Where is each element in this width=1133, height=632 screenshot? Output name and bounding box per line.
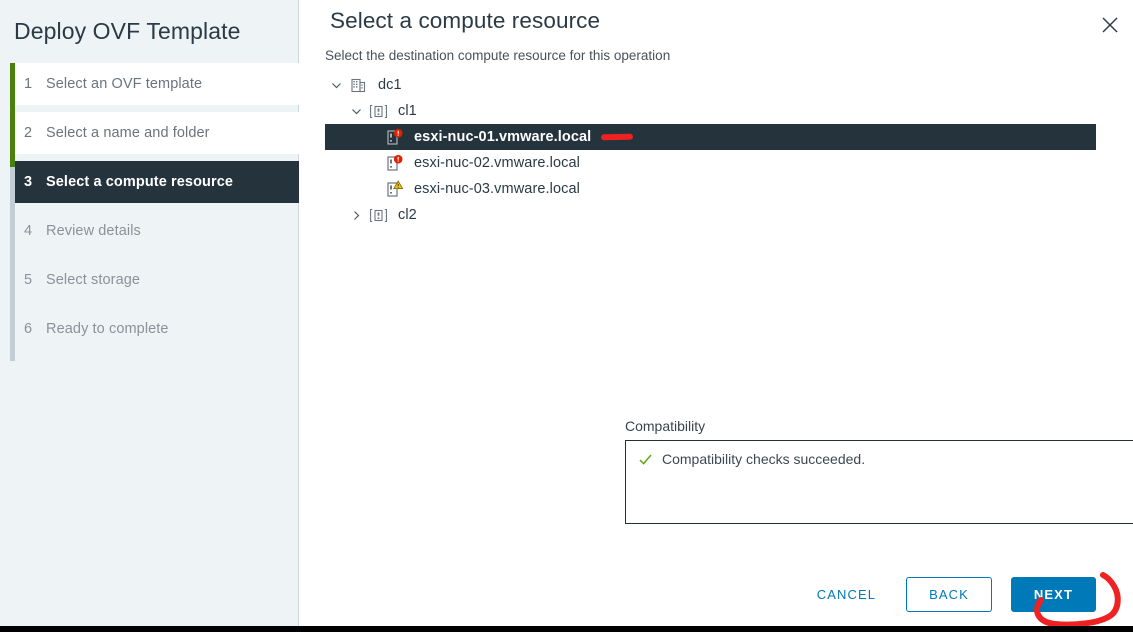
compatibility-message-row: Compatibility checks succeeded. [626, 441, 1133, 467]
cancel-button[interactable]: CANCEL [805, 578, 888, 611]
datacenter-icon [347, 77, 369, 94]
wizard-content: Select a compute resource Select the des… [299, 0, 1133, 628]
tree-row-cluster-cl1[interactable]: cl1 [325, 98, 1096, 124]
tree-node-label: cl1 [398, 103, 417, 119]
host-icon [383, 128, 405, 147]
sidebar-step-1-label: Select an OVF template [46, 76, 203, 92]
sidebar-step-1[interactable]: 1 Select an OVF template [15, 63, 299, 105]
tree-row-datacenter-dc1[interactable]: dc1 [325, 72, 1096, 98]
cluster-icon [367, 103, 389, 120]
page-title: Select a compute resource [330, 8, 601, 33]
sidebar-step-4[interactable]: 4 Review details [15, 210, 299, 252]
sidebar-step-6[interactable]: 6 Ready to complete [15, 308, 299, 350]
sidebar-step-2-label: Select a name and folder [46, 125, 210, 141]
tree-node-label: esxi-nuc-02.vmware.local [414, 155, 580, 171]
sidebar-step-5-number: 5 [24, 272, 33, 288]
check-icon [638, 452, 653, 467]
bottom-strip [0, 626, 1133, 632]
sidebar-step-3[interactable]: 3 Select a compute resource [15, 161, 299, 203]
sidebar-step-3-label: Select a compute resource [46, 174, 234, 190]
tree-node-label: esxi-nuc-03.vmware.local [414, 181, 580, 197]
sidebar-step-4-number: 4 [24, 223, 33, 239]
sidebar-step-5-label: Select storage [46, 272, 141, 288]
wizard-steps-list: 1 Select an OVF template 2 Select a name a… [0, 63, 299, 361]
deploy-ovf-wizard: Deploy OVF Template 1 Select an OVF templ… [0, 0, 1133, 628]
close-icon[interactable] [1099, 14, 1121, 36]
sidebar-step-2[interactable]: 2 Select a name and folder [15, 112, 299, 154]
sidebar-step-5[interactable]: 5 Select storage [15, 259, 299, 301]
cluster-icon [367, 207, 389, 224]
tree-node-label: esxi-nuc-01.vmware.local [414, 129, 592, 145]
host-icon [383, 154, 405, 173]
wizard-sidebar: Deploy OVF Template 1 Select an OVF templ… [0, 0, 299, 626]
tree-row-host-esxi-nuc-01[interactable]: esxi-nuc-01.vmware.local [325, 124, 1096, 150]
compute-resource-tree: dc1 cl1 esxi-nuc-01.vmware.local esxi-nu… [325, 72, 1096, 228]
page-subtitle: Select the destination compute resource … [325, 48, 671, 63]
tree-row-cluster-cl2[interactable]: cl2 [325, 202, 1096, 228]
tree-row-host-esxi-nuc-02[interactable]: esxi-nuc-02.vmware.local [325, 150, 1096, 176]
chevron-down-icon[interactable] [345, 106, 367, 117]
tree-node-label: dc1 [378, 77, 402, 93]
red-highlight-marker [601, 133, 634, 141]
sidebar-step-6-label: Ready to complete [46, 321, 169, 337]
sidebar-step-6-number: 6 [24, 321, 33, 337]
compatibility-box: Compatibility checks succeeded. [625, 440, 1133, 524]
sidebar-step-3-number: 3 [24, 174, 33, 190]
compatibility-label: Compatibility [625, 418, 706, 434]
sidebar-step-2-number: 2 [24, 125, 33, 141]
chevron-down-icon[interactable] [325, 80, 347, 91]
compatibility-message: Compatibility checks succeeded. [662, 451, 866, 467]
host-icon [383, 179, 405, 199]
chevron-right-icon[interactable] [345, 210, 367, 221]
tree-row-host-esxi-nuc-03[interactable]: esxi-nuc-03.vmware.local [325, 176, 1096, 202]
sidebar-step-4-label: Review details [46, 223, 141, 239]
next-button[interactable]: NEXT [1010, 576, 1096, 612]
back-button[interactable]: BACK [906, 576, 992, 612]
wizard-footer: CANCEL BACK NEXT [299, 562, 1133, 628]
sidebar-step-1-number: 1 [24, 76, 33, 92]
wizard-title: Deploy OVF Template [14, 18, 241, 44]
tree-node-label: cl2 [398, 207, 417, 223]
